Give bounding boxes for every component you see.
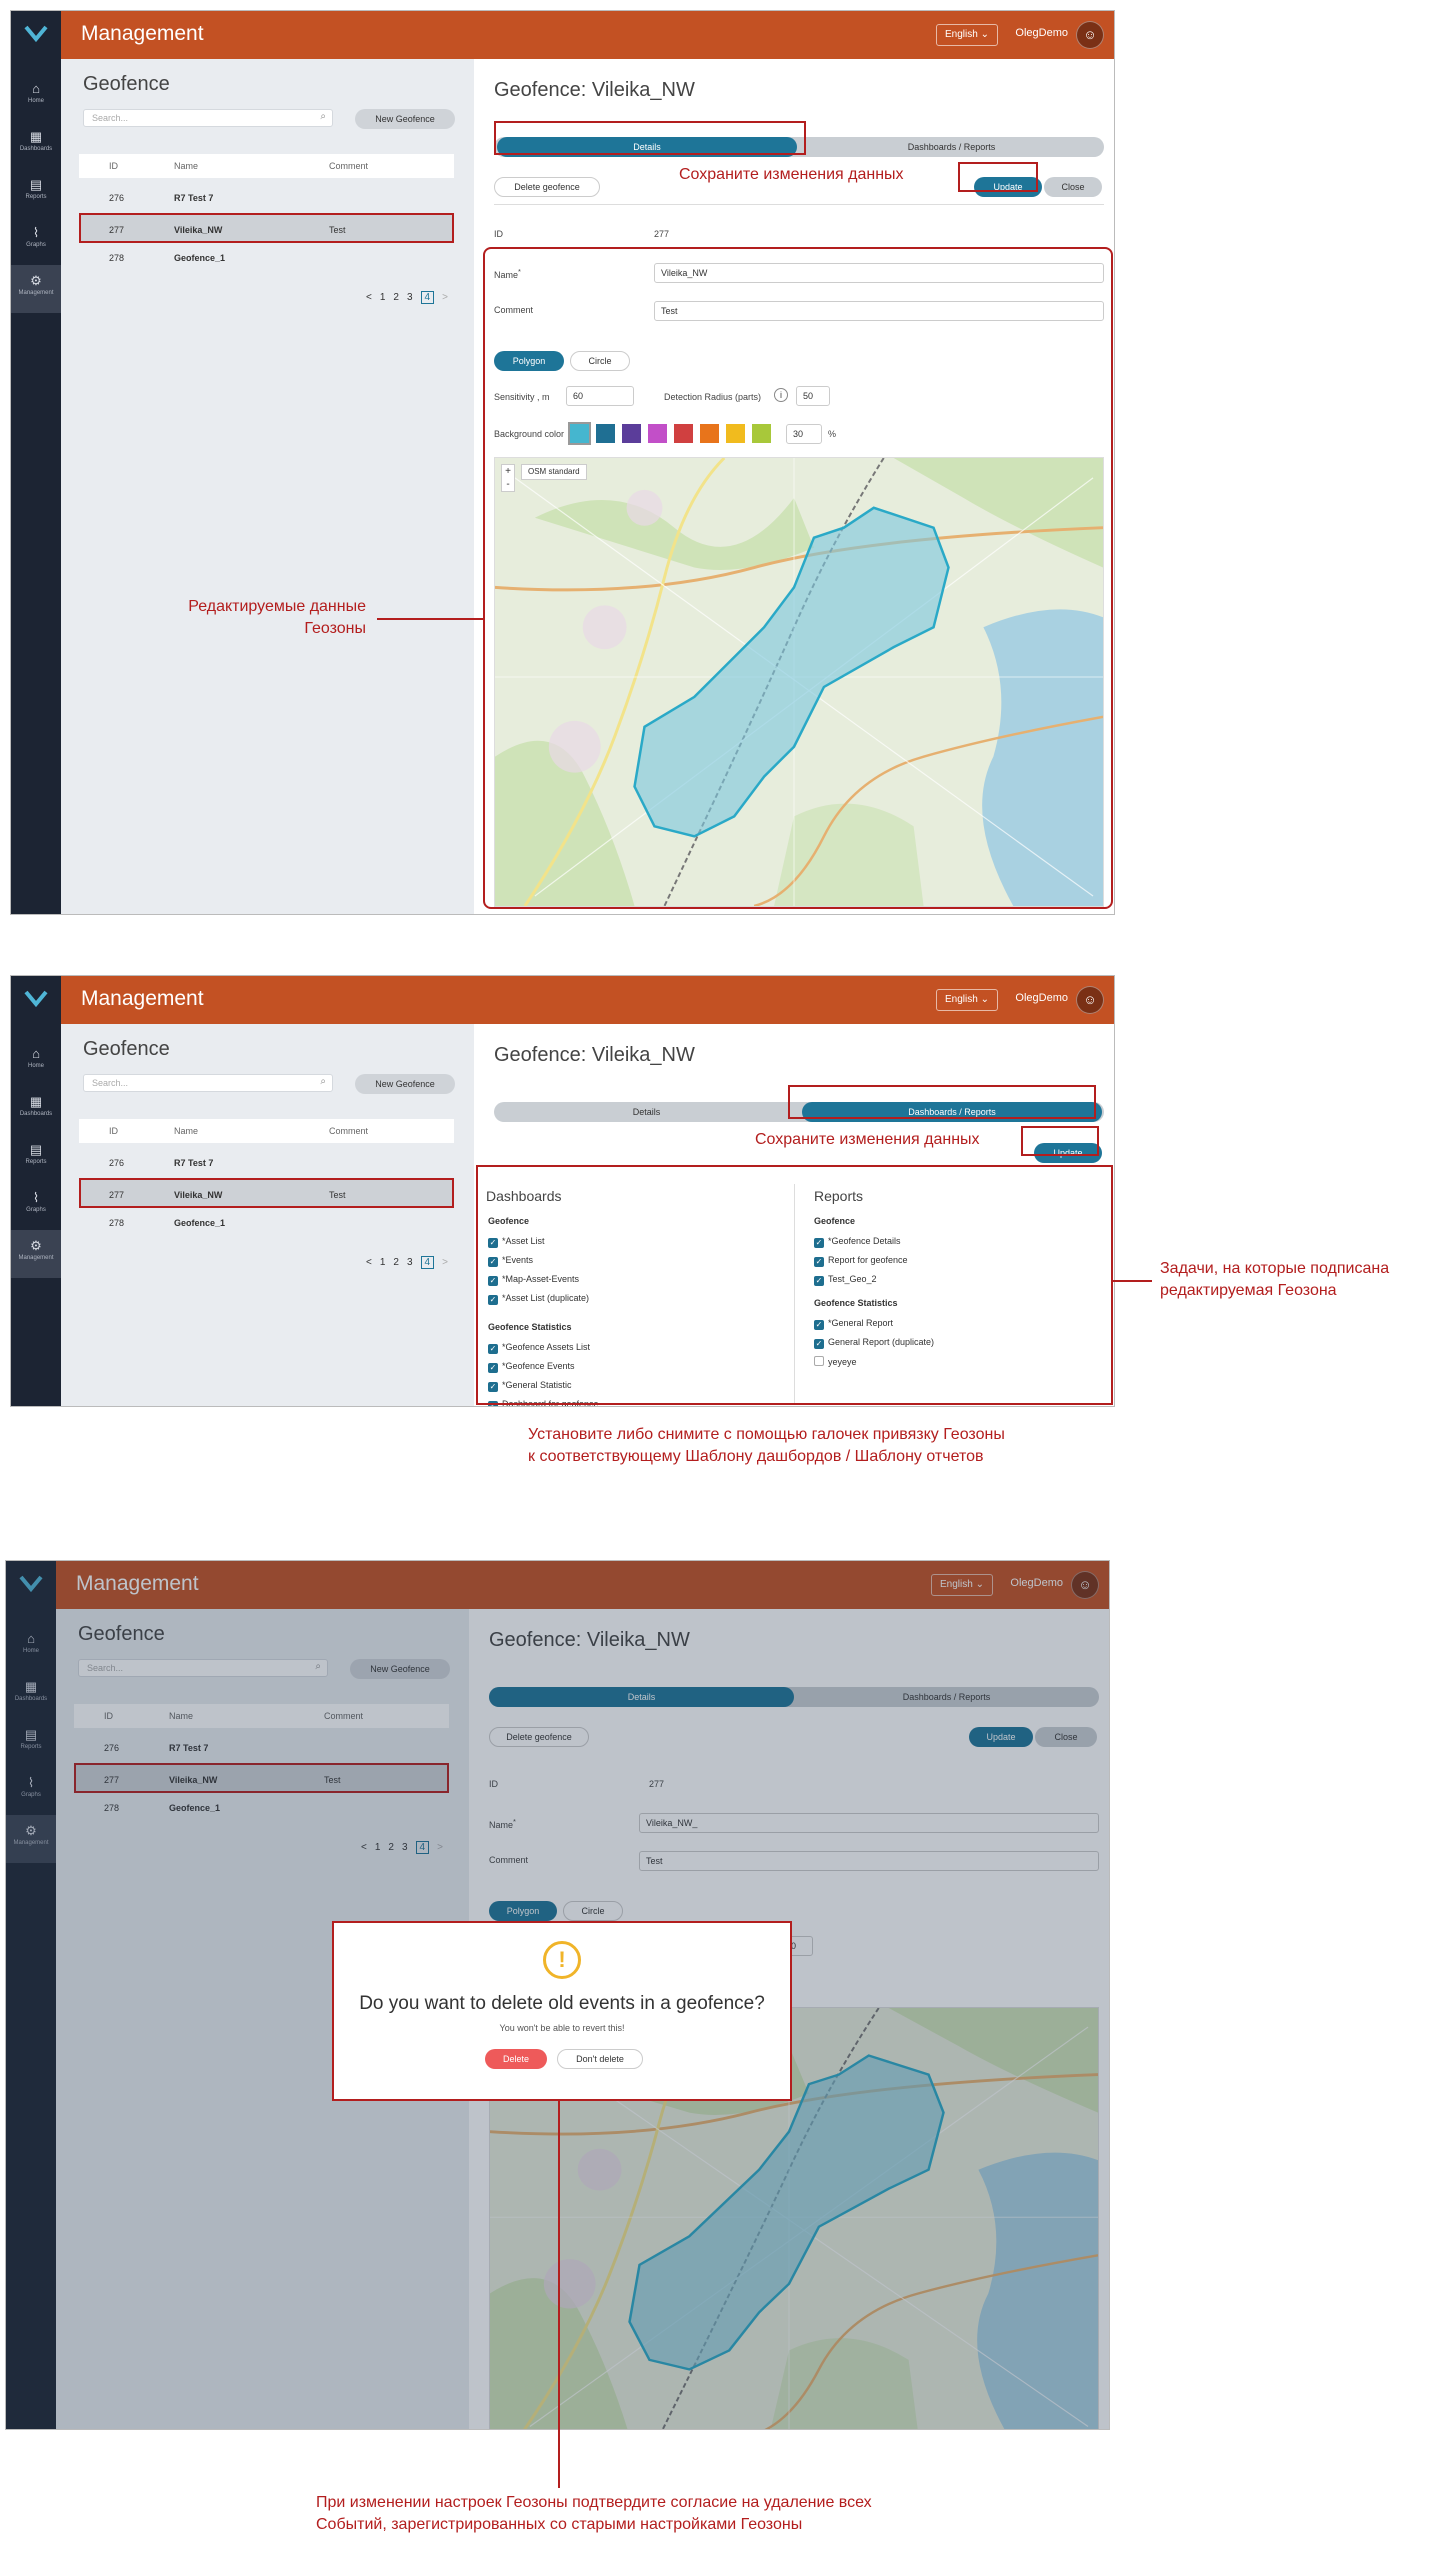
- table-row[interactable]: 278 Geofence_1: [79, 1208, 454, 1238]
- delete-geofence-button[interactable]: Delete geofence: [494, 177, 600, 197]
- chevron-logo-icon[interactable]: [24, 990, 48, 1008]
- annotation-save: Сохраните изменения данных: [679, 166, 904, 183]
- user-name: OlegDemo: [1015, 992, 1068, 1004]
- annotation-edit: Редактируемые данные Геозоны: [188, 598, 366, 637]
- graph-icon: ⌇: [32, 1190, 40, 1205]
- nav-graphs[interactable]: ⌇ Graphs: [11, 217, 61, 265]
- annotation-box-tab: [494, 121, 806, 155]
- close-button[interactable]: Close: [1044, 177, 1102, 197]
- nav-reports[interactable]: ▤ Reports: [11, 169, 61, 217]
- dialog-title: Do you want to delete old events in a ge…: [359, 1993, 765, 2014]
- app-title: Management: [81, 22, 204, 45]
- side-nav: ⌂ Home ▦ Dashboards ▤ Reports ⌇ Graphs ⚙ Mana…: [11, 976, 61, 1406]
- geofence-list-panel: Geofence Search... ⌕ New Geofence ID Name…: [61, 59, 474, 914]
- screenshot-dashboards: ⌂ Home ▦ Dashboards ▤ Reports ⌇ Graphs ⚙ Mana…: [10, 975, 1115, 1407]
- graph-icon: ⌇: [32, 225, 40, 240]
- tab-dashboards-reports[interactable]: Dashboards / Reports: [799, 137, 1104, 157]
- search-input[interactable]: Search... ⌕: [83, 1074, 333, 1092]
- geofence-list-panel: Geofence Search... ⌕ New Geofence ID Name…: [61, 1024, 474, 1406]
- id-label: ID: [494, 229, 503, 239]
- annotation-line: [558, 2100, 560, 2488]
- current-page[interactable]: 4: [420, 1256, 435, 1269]
- report-icon: ▤: [29, 177, 43, 192]
- nav-home[interactable]: ⌂ Home: [11, 73, 61, 121]
- dashboard-icon: ▦: [29, 129, 43, 144]
- gear-icon: ⚙: [30, 273, 42, 288]
- current-page[interactable]: 4: [420, 291, 435, 304]
- chevron-down-icon: ⌄: [980, 994, 989, 1005]
- dont-delete-button[interactable]: Don't delete: [557, 2049, 643, 2069]
- user-name: OlegDemo: [1015, 27, 1068, 39]
- annotation-box-update: [958, 162, 1038, 192]
- nav-home[interactable]: ⌂ Home: [11, 1038, 61, 1086]
- screenshot-details: ⌂ Home ▦ Dashboards ▤ Reports ⌇ Graphs ⚙ Mana…: [10, 10, 1115, 915]
- side-nav: ⌂ Home ▦ Dashboards ▤ Reports ⌇ Graphs ⚙ Mana…: [11, 11, 61, 914]
- id-value: 277: [654, 229, 670, 239]
- table-row[interactable]: 278 Geofence_1: [79, 243, 454, 273]
- search-icon: ⌕: [320, 111, 326, 122]
- annotation-line: [377, 618, 483, 620]
- search-input[interactable]: Search... ⌕: [83, 109, 333, 127]
- report-icon: ▤: [29, 1142, 43, 1157]
- table-row-selected[interactable]: 277 Vileika_NW Test: [79, 1178, 454, 1208]
- avatar-icon[interactable]: ☺: [1076, 21, 1104, 49]
- table-header: ID Name Comment: [79, 1119, 454, 1143]
- tab-details[interactable]: Details: [494, 1102, 799, 1122]
- language-select[interactable]: English ⌄: [936, 989, 998, 1011]
- gear-icon: ⚙: [30, 1238, 42, 1253]
- nav-graphs[interactable]: ⌇ Graphs: [11, 1182, 61, 1230]
- home-icon: ⌂: [32, 81, 40, 96]
- annotation-confirm: При изменении настроек Геозоны подтверди…: [316, 2494, 872, 2533]
- table-row-selected[interactable]: 277 Vileika_NW Test: [79, 213, 454, 243]
- nav-management[interactable]: ⚙ Management: [11, 1230, 61, 1278]
- nav-management[interactable]: ⚙ Management: [11, 265, 61, 313]
- nav-reports[interactable]: ▤ Reports: [11, 1134, 61, 1182]
- top-bar: Management English ⌄ OlegDemo ☺: [61, 976, 1114, 1024]
- annotation-box-tasks: [476, 1165, 1113, 1405]
- next-page-icon[interactable]: >: [442, 292, 448, 303]
- new-geofence-button[interactable]: New Geofence: [355, 109, 455, 129]
- chevron-logo-icon[interactable]: [24, 25, 48, 43]
- avatar-icon[interactable]: ☺: [1076, 986, 1104, 1014]
- annotation-save: Сохраните изменения данных: [755, 1131, 980, 1148]
- top-bar: Management English ⌄ OlegDemo ☺: [61, 11, 1114, 59]
- dialog-text: You won't be able to revert this!: [499, 2023, 625, 2033]
- pagination: <1 2 3 4 >: [366, 291, 448, 304]
- table-header: ID Name Comment: [79, 154, 454, 178]
- list-title: Geofence: [83, 1038, 170, 1060]
- chevron-down-icon: ⌄: [980, 29, 989, 40]
- annotation-box-tab: [788, 1085, 1096, 1119]
- annotation-line: [1112, 1280, 1152, 1282]
- home-icon: ⌂: [32, 1046, 40, 1061]
- table-row[interactable]: 276 R7 Test 7: [79, 1148, 454, 1178]
- list-title: Geofence: [83, 73, 170, 95]
- annotation-tasks: Задачи, на которые подписана редактируема…: [1160, 1260, 1390, 1299]
- confirm-dialog: ! Do you want to delete old events in a …: [332, 1921, 792, 2101]
- table-row[interactable]: 276 R7 Test 7: [79, 183, 454, 213]
- warning-icon: !: [543, 1941, 581, 1979]
- next-page-icon[interactable]: >: [442, 1257, 448, 1268]
- search-icon: ⌕: [320, 1076, 326, 1087]
- prev-page-icon[interactable]: <: [366, 1257, 372, 1268]
- prev-page-icon[interactable]: <: [366, 292, 372, 303]
- new-geofence-button[interactable]: New Geofence: [355, 1074, 455, 1094]
- confirm-delete-button[interactable]: Delete: [485, 2049, 547, 2069]
- nav-dashboards[interactable]: ▦ Dashboards: [11, 1086, 61, 1134]
- annotation-box-edit: [483, 247, 1113, 909]
- nav-dashboards[interactable]: ▦ Dashboards: [11, 121, 61, 169]
- language-select[interactable]: English ⌄: [936, 24, 998, 46]
- dashboard-icon: ▦: [29, 1094, 43, 1109]
- pagination: <1 2 3 4 >: [366, 1256, 448, 1269]
- app-title: Management: [81, 987, 204, 1010]
- annotation-bind: Установите либо снимите с помощью галоче…: [528, 1426, 1005, 1465]
- annotation-box-update: [1021, 1126, 1099, 1156]
